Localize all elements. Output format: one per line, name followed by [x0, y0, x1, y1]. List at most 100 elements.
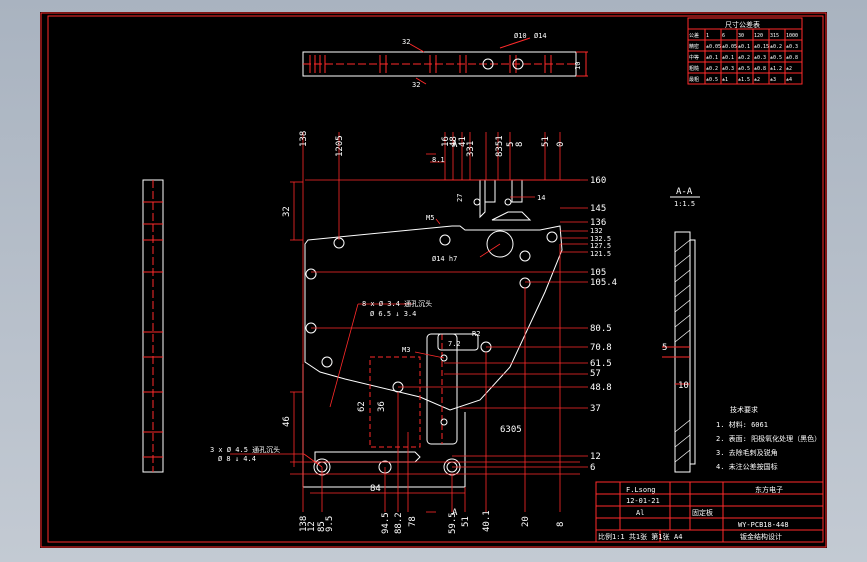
- table-cell: ±0.5: [706, 77, 718, 83]
- tb-designer: F.Lsong: [626, 486, 656, 494]
- table-cell: ±0.5: [770, 55, 782, 61]
- bottom-dimension-labels: 138 12 85 9.5 84 94.5 88.2 78 59.5 51 40…: [299, 484, 566, 534]
- inner-frame: [47, 15, 824, 543]
- tb-name: 固定板: [692, 508, 713, 517]
- bottom-dim-6: 88.2: [394, 512, 404, 534]
- table-cell: 精密: [689, 43, 699, 50]
- tb-footer-right: 钣金结构设计: [740, 532, 782, 541]
- table-cell: ±0.2: [738, 55, 750, 61]
- tb-material: Al: [636, 509, 644, 517]
- callout-14: 14: [537, 194, 545, 202]
- right-dim-8: 105.4: [590, 278, 617, 288]
- tolerance-table: 尺寸公差表公差 1 6 30 120 315 1000精密 ±0.05 ±0.05 ±0.1 ±0.…: [687, 17, 803, 85]
- notes-title: 技术要求: [730, 405, 758, 414]
- table-header-cell: 1000: [786, 33, 798, 39]
- front-view-centerlines: [290, 179, 580, 475]
- table-cell: ±2: [754, 77, 760, 83]
- table-cell: ±0.8: [786, 55, 798, 61]
- section-scale: 1:1.5: [674, 200, 695, 208]
- right-dim-12: 57: [590, 369, 601, 379]
- tb-drawing-no: WY-PCB18-448: [738, 521, 789, 529]
- bottom-dim-1: 12: [307, 521, 317, 532]
- table-cell: 粗糙: [689, 65, 699, 72]
- left-side-view: [142, 179, 164, 473]
- bottom-dim-12: 8: [556, 522, 566, 527]
- callout-cbore-2: Ø 8 ↓ 4.4: [218, 455, 256, 463]
- drawing-sheet: 32 32 Ø10 Ø14 10 138 1205 16 48 41 331 8…: [40, 12, 827, 548]
- table-cell: ±2: [786, 66, 792, 72]
- callout-holes-8: 8 x Ø 3.4 通孔沉头: [362, 299, 432, 308]
- callout-r2: R2: [472, 330, 480, 338]
- right-dim-0: 160: [590, 176, 606, 186]
- table-cell: 中等: [689, 54, 699, 61]
- right-dim-10: 70.8: [590, 343, 612, 353]
- section-title: A-A: [676, 187, 693, 197]
- bottom-dim-7: 78: [408, 516, 418, 527]
- bottom-dim-9: 51: [461, 516, 471, 527]
- callout-holes-3: 3 x Ø 4.5 通孔沉头: [210, 445, 280, 454]
- front-view-outline: [302, 179, 563, 488]
- table-cell: ±0.3: [722, 66, 734, 72]
- right-dim-5: 127.5: [590, 242, 611, 250]
- top-view-dim-4: 10: [574, 62, 582, 70]
- table-cell: ±0.05: [722, 44, 737, 50]
- table-cell: ±3: [770, 77, 776, 83]
- table-cell: ±0.3: [786, 44, 798, 50]
- tb-footer-left: 比例1:1 共1张 第1张: [598, 532, 670, 541]
- right-dim-11: 61.5: [590, 359, 612, 369]
- bottom-dim-10: 40.1: [482, 510, 492, 532]
- top-view: [302, 51, 577, 77]
- top-dim-5: 331: [466, 141, 476, 157]
- bottom-dim-3: 9.5: [325, 516, 335, 532]
- callout-m5: M5: [426, 214, 434, 222]
- dimension-lines: [230, 132, 588, 513]
- callout-m3: M3: [402, 346, 410, 354]
- callout-36: 36: [377, 401, 387, 412]
- top-view-dims: [409, 37, 588, 85]
- tb-sheet-size: A4: [674, 533, 682, 541]
- table-cell: ±0.05: [706, 44, 721, 50]
- table-cell: ±0.5: [738, 66, 750, 72]
- table-cell: ±0.1: [738, 44, 750, 50]
- note-4: 4. 未注公差按国标: [716, 462, 778, 471]
- right-dim-1: 145: [590, 204, 606, 214]
- bottom-dim-5: 94.5: [381, 512, 391, 534]
- table-header-cell: 6: [722, 33, 725, 39]
- top-dim-8: 8: [515, 142, 525, 147]
- table-cell: ±1.5: [738, 77, 750, 83]
- callout-6305: 6305: [500, 425, 522, 435]
- note-1: 1. 材料: 6061: [716, 420, 768, 429]
- callout-cbore: Ø 6.5 ↓ 3.4: [370, 310, 416, 318]
- table-cell: ±0.3: [754, 55, 766, 61]
- right-dim-7: 105: [590, 268, 606, 278]
- table-cell: ±1: [722, 77, 728, 83]
- left-dim-0: 32: [282, 206, 292, 217]
- callout-phi14: Ø14 h7: [432, 255, 457, 263]
- top-view-dim-5: 32: [412, 81, 420, 89]
- top-view-dim-2: Ø10: [514, 32, 527, 40]
- callout-8-1: 8.1: [432, 156, 445, 164]
- section-dim-5: 5: [662, 343, 667, 353]
- table-header-cell: 120: [754, 33, 763, 39]
- callout-7-2: 7.2: [448, 340, 461, 348]
- left-dim-1: 46: [282, 416, 292, 427]
- right-dim-6: 121.5: [590, 250, 611, 258]
- table-cell: ±0.2: [770, 44, 782, 50]
- section-marker-bottom: A: [452, 508, 458, 518]
- table-cell: 最粗: [689, 76, 699, 83]
- table-cell: ±0.1: [706, 55, 718, 61]
- cad-drawing: 32 32 Ø10 Ø14 10 138 1205 16 48 41 331 8…: [40, 12, 827, 548]
- note-3: 3. 去除毛刺及锐角: [716, 448, 778, 457]
- right-dim-13: 48.8: [590, 383, 612, 393]
- table-header-cell: 30: [738, 33, 744, 39]
- table-title: 尺寸公差表: [725, 20, 760, 29]
- table-header-cell: 1: [706, 33, 709, 39]
- top-view-dim-1: 32: [402, 38, 410, 46]
- top-dim-0: 138: [299, 131, 309, 147]
- top-dim-1: 1205: [335, 135, 345, 157]
- table-header-cell: 315: [770, 33, 779, 39]
- callout-27: 27: [456, 194, 464, 202]
- table-cell: ±1.2: [770, 66, 782, 72]
- top-dim-9: 51: [541, 136, 551, 147]
- section-marker-top: A: [452, 140, 458, 150]
